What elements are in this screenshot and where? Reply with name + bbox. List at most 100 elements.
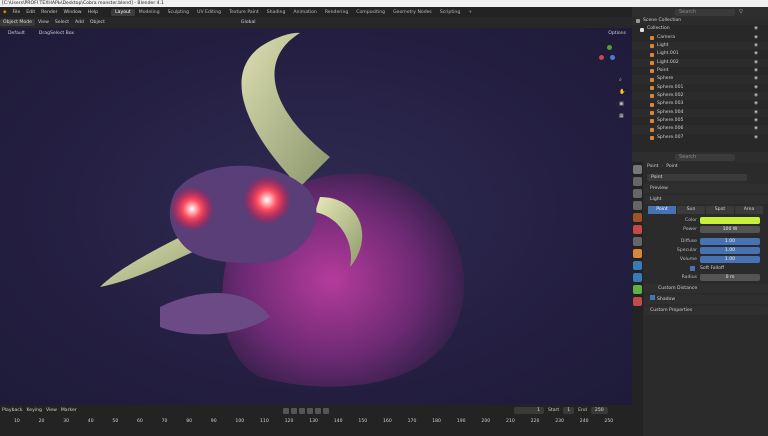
properties-search[interactable]: Search xyxy=(675,153,735,161)
preview-panel[interactable]: Preview xyxy=(644,184,768,193)
tab-sculpting[interactable]: Sculpting xyxy=(164,9,193,16)
light-data-tab-icon[interactable] xyxy=(633,285,642,294)
visibility-icon[interactable]: ◉ xyxy=(754,34,768,42)
menu-add[interactable]: Add xyxy=(72,20,87,25)
marker-menu[interactable]: Marker xyxy=(61,408,77,413)
menu-window[interactable]: Window xyxy=(61,10,85,15)
visibility-icon[interactable]: ◉ xyxy=(754,75,768,83)
tab-modeling[interactable]: Modeling xyxy=(135,9,164,16)
prev-key-icon[interactable] xyxy=(291,407,297,414)
outliner-row[interactable]: Sphere ◉ xyxy=(632,75,768,84)
specular-field[interactable]: 1.00 xyxy=(700,247,760,254)
play-reverse-icon[interactable] xyxy=(299,407,305,414)
pan-icon[interactable]: ✋ xyxy=(619,89,625,95)
view-menu[interactable]: View xyxy=(46,408,57,413)
outliner-row[interactable]: Camera ◉ xyxy=(632,34,768,42)
datablock-field[interactable]: Point xyxy=(647,174,747,181)
type-sun-button[interactable]: Sun xyxy=(677,206,706,214)
orientation-selector[interactable]: Global xyxy=(238,20,259,25)
tab-animation[interactable]: Animation xyxy=(289,9,320,16)
menu-object[interactable]: Object xyxy=(87,20,108,25)
transform-default[interactable]: Default xyxy=(0,31,25,36)
scene-collection-row[interactable]: Scene Collection xyxy=(632,17,768,26)
light-panel[interactable]: Light xyxy=(644,195,768,204)
visibility-icon[interactable]: ◉ xyxy=(754,125,768,133)
keying-menu[interactable]: Keying xyxy=(27,408,42,413)
end-frame-field[interactable]: 250 xyxy=(590,407,608,414)
outliner-row[interactable]: Light.002 ◉ xyxy=(632,58,768,68)
visibility-icon[interactable]: ◉ xyxy=(754,109,768,117)
outliner-row[interactable]: Sphere.006 ◉ xyxy=(632,125,768,134)
outliner-row[interactable]: Sphere.002 ◉ xyxy=(632,92,768,101)
shadow-checkbox[interactable] xyxy=(650,295,655,300)
diffuse-field[interactable]: 1.00 xyxy=(700,238,760,245)
menu-help[interactable]: Help xyxy=(85,10,101,15)
collection-row[interactable]: Collection ◉ xyxy=(632,25,768,33)
current-frame-field[interactable]: 1 xyxy=(514,407,544,414)
menu-file[interactable]: File xyxy=(10,10,24,15)
navigation-gizmo[interactable] xyxy=(596,43,620,67)
visibility-icon[interactable]: ◉ xyxy=(754,134,768,142)
render-tab-icon[interactable] xyxy=(633,177,642,186)
play-icon[interactable] xyxy=(307,407,313,414)
outliner-row[interactable]: Sphere.005 ◉ xyxy=(632,117,768,125)
options-button[interactable]: Options xyxy=(608,31,626,36)
visibility-icon[interactable]: ◉ xyxy=(754,117,768,125)
filter-icon[interactable]: ▽ xyxy=(739,9,743,15)
shadow-panel[interactable]: Shadow xyxy=(644,295,768,304)
outliner-row[interactable]: Light.001 ◉ xyxy=(632,50,768,58)
tab-scripting[interactable]: Scripting xyxy=(436,9,464,16)
grid-view-icon[interactable]: ▦ xyxy=(619,113,624,119)
visibility-icon[interactable]: ◉ xyxy=(754,42,768,50)
volume-field[interactable]: 1.00 xyxy=(700,256,760,263)
menu-view[interactable]: View xyxy=(35,20,52,25)
type-point-button[interactable]: Point xyxy=(648,206,677,214)
type-area-button[interactable]: Area xyxy=(735,206,764,214)
zoom-icon[interactable]: ⌕ xyxy=(619,77,622,83)
world-tab-icon[interactable] xyxy=(633,225,642,234)
menu-render[interactable]: Render xyxy=(38,10,60,15)
jump-end-icon[interactable] xyxy=(323,407,329,414)
outliner-row[interactable]: Sphere.004 ◉ xyxy=(632,108,768,118)
outliner-row[interactable]: Light ◉ xyxy=(632,42,768,51)
frame-ruler[interactable]: 10 20 30 40 50 60 70 80 90 100 110 120 130 140 150 160 1… xyxy=(0,419,632,428)
outliner-row[interactable]: Sphere.007 ◉ xyxy=(632,134,768,142)
tab-shading[interactable]: Shading xyxy=(263,9,290,16)
3d-viewport[interactable]: ⌕ ✋ ▣ ▦ xyxy=(0,17,632,405)
menu-edit[interactable]: Edit xyxy=(23,10,38,15)
visibility-icon[interactable]: ◉ xyxy=(754,25,768,33)
outliner-row[interactable]: Sphere.001 ◉ xyxy=(632,84,768,92)
scene-tab-icon[interactable] xyxy=(633,213,642,222)
radius-field[interactable]: 0 m xyxy=(700,274,760,281)
next-key-icon[interactable] xyxy=(315,407,321,414)
physics-tab-icon[interactable] xyxy=(633,261,642,270)
camera-view-icon[interactable]: ▣ xyxy=(619,101,624,107)
outliner-row[interactable]: Sphere.003 ◉ xyxy=(632,100,768,108)
visibility-icon[interactable]: ◉ xyxy=(754,50,768,58)
select-box-selector[interactable]: Select Box xyxy=(50,31,74,36)
object-tab-icon[interactable] xyxy=(633,249,642,258)
tab-texture-paint[interactable]: Texture Paint xyxy=(225,9,263,16)
tab-compositing[interactable]: Compositing xyxy=(352,9,389,16)
visibility-icon[interactable]: ◉ xyxy=(754,100,768,108)
playback-menu[interactable]: Playback xyxy=(2,408,23,413)
visibility-icon[interactable]: ◉ xyxy=(754,59,768,67)
tab-layout[interactable]: Layout xyxy=(111,8,135,16)
custom-properties-panel[interactable]: Custom Properties xyxy=(644,306,768,315)
type-spot-button[interactable]: Spot xyxy=(706,206,735,214)
view-layer-tab-icon[interactable] xyxy=(633,201,642,210)
power-field[interactable]: 100 W xyxy=(700,226,760,233)
output-tab-icon[interactable] xyxy=(633,189,642,198)
visibility-icon[interactable]: ◉ xyxy=(754,92,768,100)
menu-select[interactable]: Select xyxy=(52,20,72,25)
tab-geometry-nodes[interactable]: Geometry Nodes xyxy=(389,9,436,16)
tool-tab-icon[interactable] xyxy=(633,165,642,174)
tab-rendering[interactable]: Rendering xyxy=(321,9,352,16)
outliner-row[interactable]: Point ◉ xyxy=(632,67,768,75)
jump-start-icon[interactable] xyxy=(283,407,289,414)
add-workspace-button[interactable]: + xyxy=(464,9,476,16)
texture-tab-icon[interactable] xyxy=(633,297,642,306)
custom-distance-panel[interactable]: Custom Distance xyxy=(644,284,768,293)
tab-uv-editing[interactable]: UV Editing xyxy=(193,9,225,16)
constraints-tab-icon[interactable] xyxy=(633,273,642,282)
